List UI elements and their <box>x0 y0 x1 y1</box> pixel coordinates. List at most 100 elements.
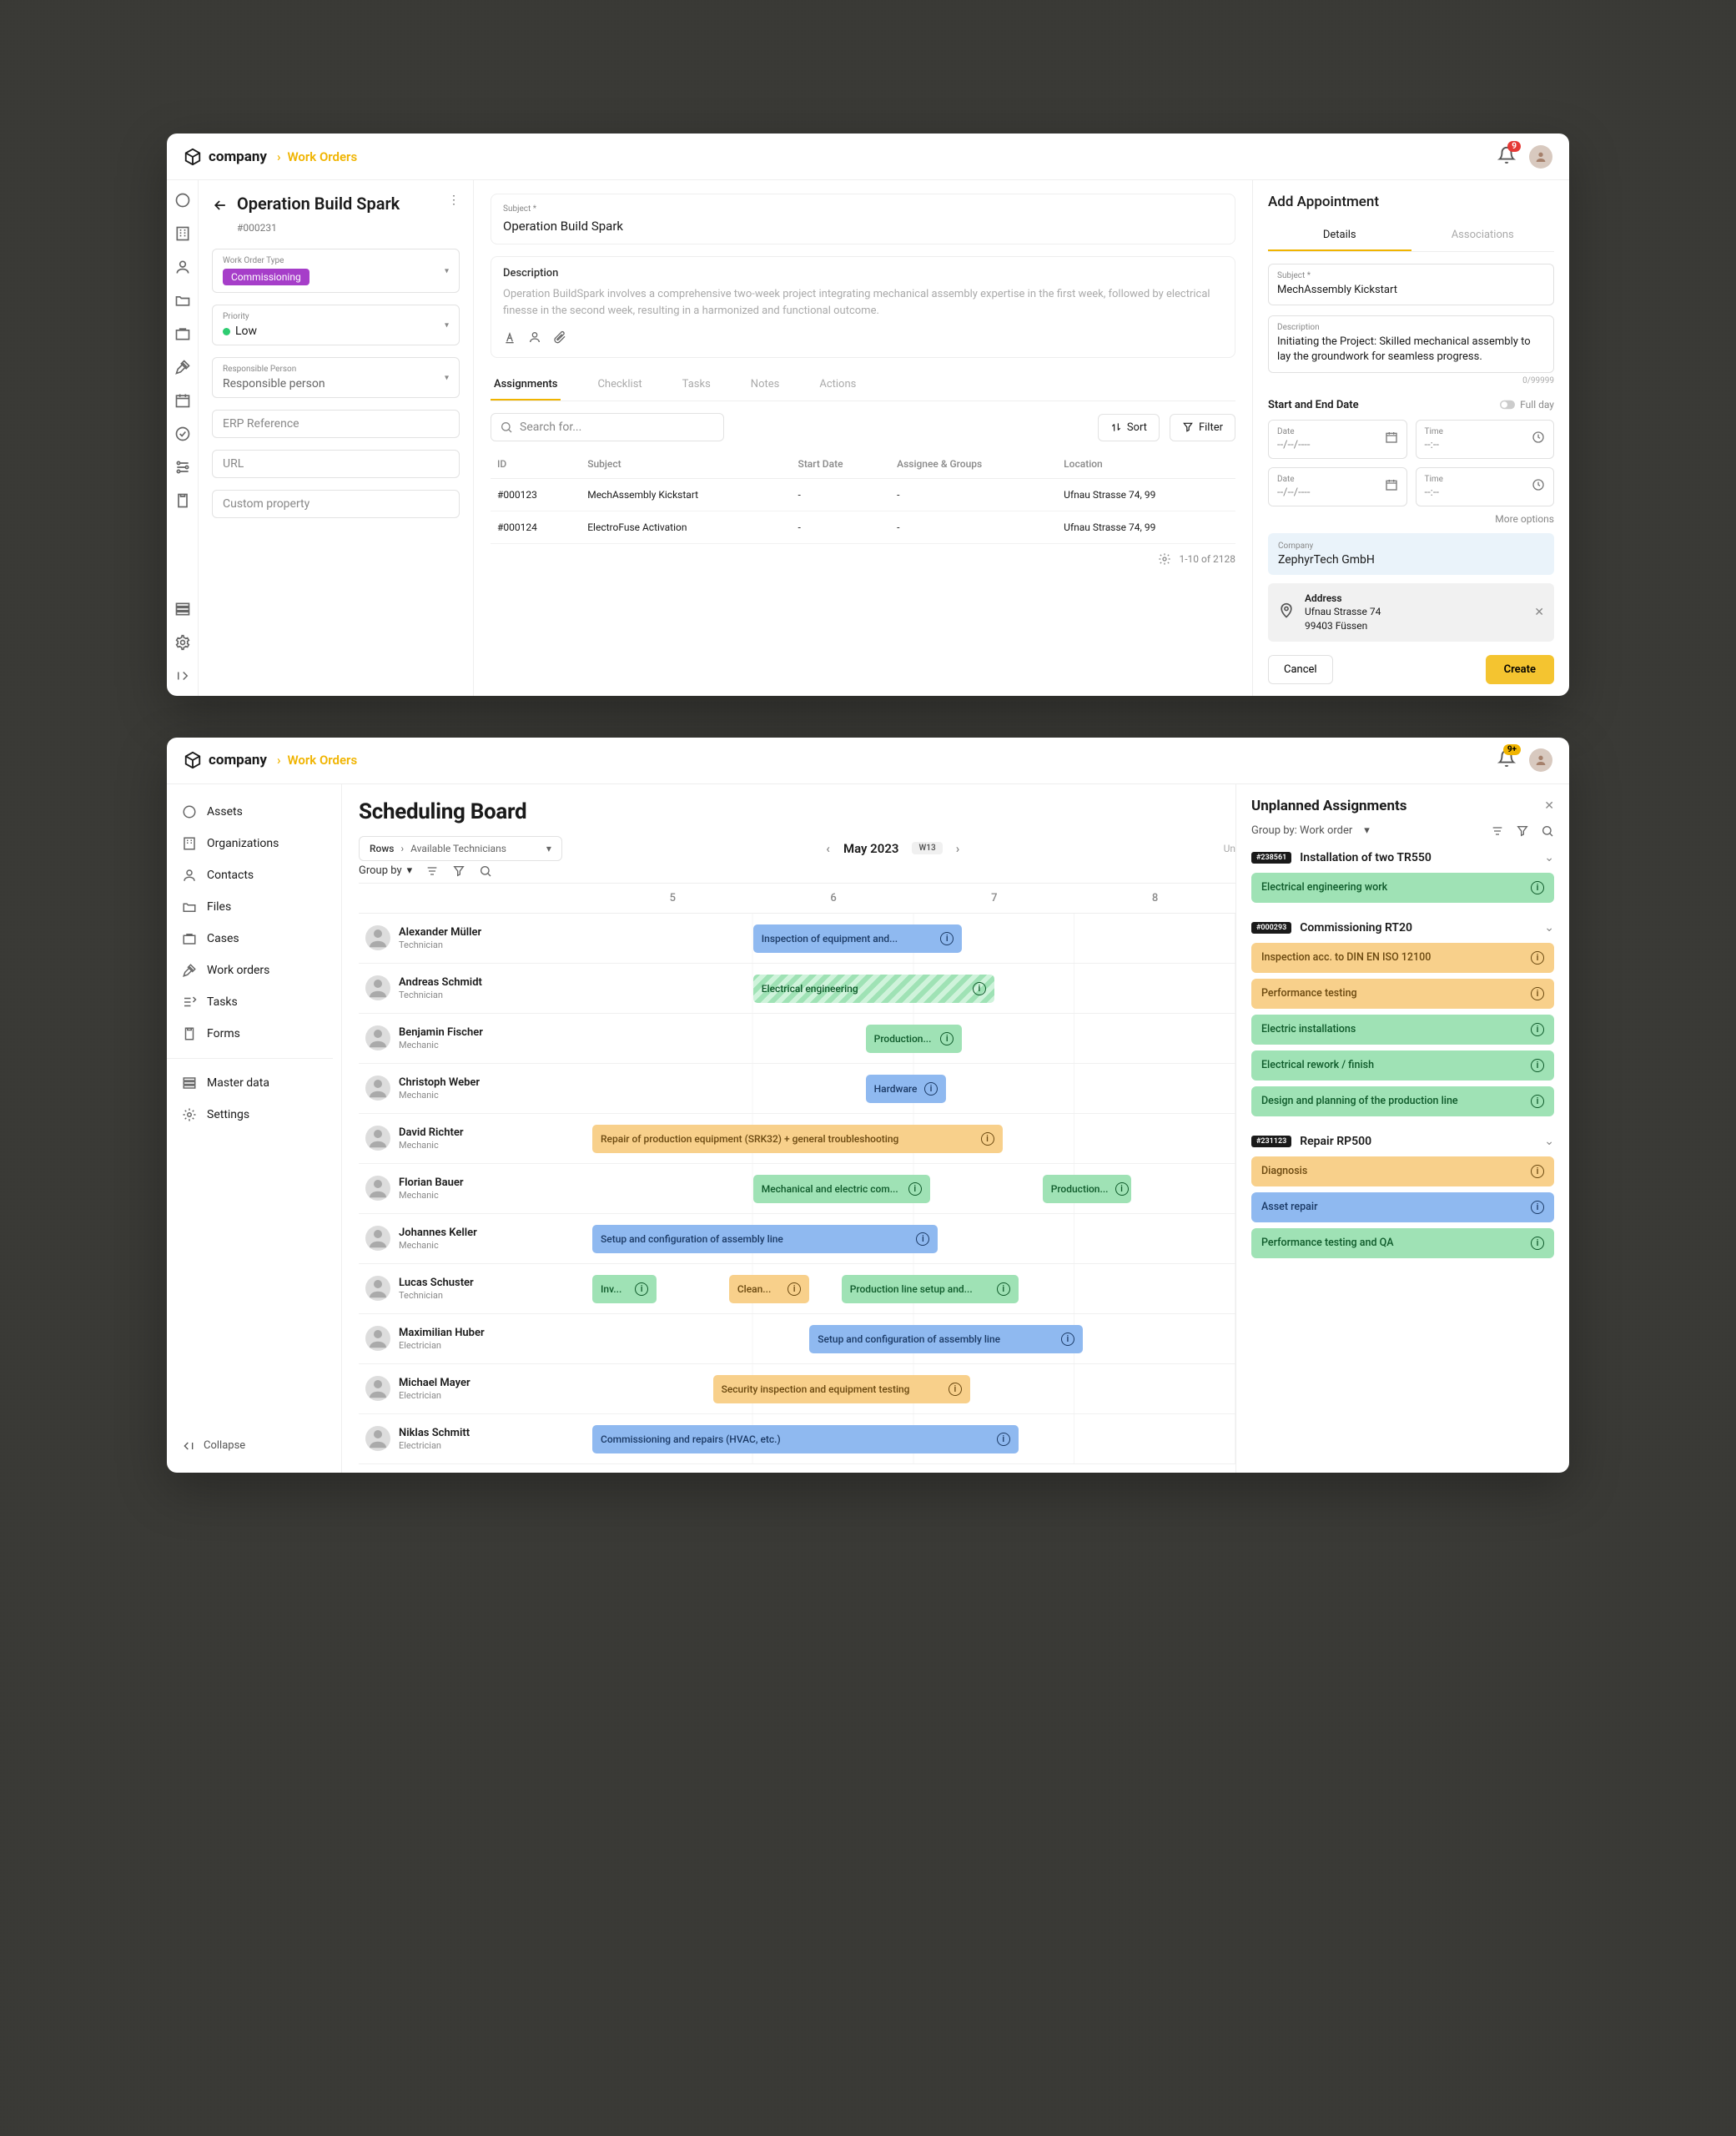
custom-input[interactable]: Custom property <box>212 490 460 518</box>
nav-item-files[interactable]: Files <box>182 891 341 923</box>
rail-settings-icon[interactable] <box>174 634 191 651</box>
nav-item-work-orders[interactable]: Work orders <box>182 955 341 986</box>
schedule-bar[interactable]: Clean...i <box>729 1275 809 1303</box>
resource-lane[interactable]: Electrical engineeringi <box>592 964 1235 1014</box>
unplanned-task[interactable]: Performance testing and QAi <box>1251 1228 1554 1258</box>
resource-row[interactable]: Andreas SchmidtTechnician <box>359 964 592 1014</box>
schedule-bar[interactable]: Commissioning and repairs (HVAC, etc.)i <box>592 1425 1019 1453</box>
rail-workorders-icon[interactable] <box>174 359 191 375</box>
subtab-details[interactable]: Details <box>1268 220 1411 251</box>
end-date-input[interactable]: Date--/--/---- <box>1268 467 1407 506</box>
resource-lane[interactable]: Production...i <box>592 1014 1235 1064</box>
unplanned-task[interactable]: Asset repairi <box>1251 1192 1554 1222</box>
resource-lane[interactable]: Repair of production equipment (SRK32) +… <box>592 1114 1235 1164</box>
schedule-bar[interactable]: Repair of production equipment (SRK32) +… <box>592 1125 1003 1153</box>
schedule-bar[interactable]: Inspection of equipment and...i <box>753 924 963 953</box>
schedule-bar[interactable]: Security inspection and equipment testin… <box>713 1375 970 1403</box>
sort-icon[interactable] <box>1491 824 1504 838</box>
rail-approved-icon[interactable] <box>174 426 191 442</box>
schedule-bar[interactable]: Production...i <box>1043 1175 1131 1203</box>
resource-row[interactable]: Christoph WeberMechanic <box>359 1064 592 1114</box>
nav-item-forms[interactable]: Forms <box>182 1018 341 1050</box>
sort-button[interactable]: Sort <box>1098 414 1160 441</box>
rows-selector[interactable]: Rows › Available Technicians ▾ <box>359 836 562 861</box>
company-field[interactable]: Company ZephyrTech GmbH <box>1268 533 1554 575</box>
settings-icon[interactable] <box>1158 552 1171 566</box>
search-icon[interactable] <box>1541 824 1554 838</box>
work-order-type-select[interactable]: Work Order Type Commissioning ▾ <box>212 249 460 293</box>
rail-expand-icon[interactable] <box>174 668 191 684</box>
resource-lane[interactable]: Setup and configuration of assembly line… <box>592 1314 1235 1364</box>
tab-notes[interactable]: Notes <box>747 370 783 400</box>
resource-lane[interactable]: Inspection of equipment and...i <box>592 914 1235 964</box>
collapse-nav-button[interactable]: Collapse <box>182 1431 341 1461</box>
schedule-bar[interactable]: Setup and configuration of assembly line… <box>809 1325 1083 1353</box>
unplanned-task[interactable]: Design and planning of the production li… <box>1251 1086 1554 1116</box>
appt-subject-input[interactable]: Subject * MechAssembly Kickstart <box>1268 264 1554 305</box>
subtab-associations[interactable]: Associations <box>1411 220 1555 251</box>
tab-tasks[interactable]: Tasks <box>679 370 714 400</box>
tab-checklist[interactable]: Checklist <box>594 370 645 400</box>
tab-assignments[interactable]: Assignments <box>491 370 561 400</box>
group-header[interactable]: #000293Commissioning RT20⌄ <box>1251 921 1554 934</box>
resource-lane[interactable]: Hardwarei <box>592 1064 1235 1114</box>
end-time-input[interactable]: Time--:-- <box>1416 467 1555 506</box>
schedule-bar[interactable]: Inv...i <box>592 1275 657 1303</box>
search-input[interactable]: Search for... <box>491 413 724 441</box>
erp-input[interactable]: ERP Reference <box>212 410 460 438</box>
text-color-icon[interactable] <box>503 330 516 347</box>
appt-description-input[interactable]: Description Initiating the Project: Skil… <box>1268 315 1554 372</box>
schedule-bar[interactable]: Electrical engineeringi <box>753 975 994 1003</box>
create-button[interactable]: Create <box>1486 655 1554 684</box>
schedule-bar[interactable]: Setup and configuration of assembly line… <box>592 1225 938 1253</box>
resource-row[interactable]: Maximilian HuberElectrician <box>359 1314 592 1364</box>
resource-row[interactable]: Michael MayerElectrician <box>359 1364 592 1414</box>
resource-row[interactable]: Lucas SchusterTechnician <box>359 1264 592 1314</box>
unplanned-task[interactable]: Diagnosisi <box>1251 1156 1554 1186</box>
unplanned-task[interactable]: Electrical rework / finishi <box>1251 1050 1554 1081</box>
description-value[interactable]: Operation BuildSpark involves a comprehe… <box>503 286 1223 319</box>
nav-item-master-data[interactable]: Master data <box>182 1067 341 1099</box>
remove-address-button[interactable]: ✕ <box>1534 606 1544 619</box>
resource-lane[interactable]: Setup and configuration of assembly line… <box>592 1214 1235 1264</box>
breadcrumb-2[interactable]: › Work Orders <box>277 753 357 768</box>
group-header[interactable]: #238561Installation of two TR550⌄ <box>1251 851 1554 864</box>
cancel-button[interactable]: Cancel <box>1268 655 1333 684</box>
rail-assets-icon[interactable] <box>174 192 191 209</box>
start-date-input[interactable]: Date--/--/---- <box>1268 420 1407 459</box>
rail-contacts-icon[interactable] <box>174 259 191 275</box>
resource-lane[interactable]: Security inspection and equipment testin… <box>592 1364 1235 1414</box>
resource-row[interactable]: Alexander MüllerTechnician <box>359 914 592 964</box>
filter-icon[interactable] <box>452 864 465 878</box>
subject-value[interactable]: Operation Build Spark <box>503 219 1223 234</box>
unplanned-task[interactable]: Inspection acc. to DIN EN ISO 12100i <box>1251 943 1554 973</box>
rail-orgs-icon[interactable] <box>174 225 191 242</box>
responsible-select[interactable]: Responsible Person Responsible person ▾ <box>212 357 460 398</box>
close-panel-button[interactable]: ✕ <box>1544 799 1554 813</box>
notifications-button[interactable]: 9 <box>1497 146 1516 168</box>
resource-row[interactable]: Niklas SchmittElectrician <box>359 1414 592 1464</box>
schedule-bar[interactable]: Production line setup and...i <box>842 1275 1019 1303</box>
filter-icon[interactable] <box>1516 824 1529 838</box>
priority-select[interactable]: Priority Low ▾ <box>212 305 460 345</box>
resource-lane[interactable]: Mechanical and electric com...iProductio… <box>592 1164 1235 1214</box>
tab-actions[interactable]: Actions <box>816 370 859 400</box>
table-row[interactable]: #000124ElectroFuse Activation--Ufnau Str… <box>491 511 1235 544</box>
filter-button[interactable]: Filter <box>1170 414 1235 441</box>
resource-row[interactable]: Florian BauerMechanic <box>359 1164 592 1214</box>
table-row[interactable]: #000123MechAssembly Kickstart--Ufnau Str… <box>491 479 1235 511</box>
rail-forms-icon[interactable] <box>174 492 191 509</box>
resource-lane[interactable]: Commissioning and repairs (HVAC, etc.)i <box>592 1414 1235 1464</box>
group-header[interactable]: #231123Repair RP500⌄ <box>1251 1135 1554 1148</box>
resource-row[interactable]: Benjamin FischerMechanic <box>359 1014 592 1064</box>
more-options-link[interactable]: More options <box>1268 513 1554 525</box>
resource-lane[interactable]: Inv...i Clean...i Production line setup an… <box>592 1264 1235 1314</box>
prev-month-button[interactable]: ‹ <box>826 841 830 856</box>
full-day-toggle[interactable]: Full day <box>1500 399 1554 411</box>
rail-masterdata-icon[interactable] <box>174 601 191 617</box>
notifications-button-2[interactable]: 9+ <box>1497 749 1516 771</box>
sort-icon[interactable] <box>425 864 439 878</box>
start-time-input[interactable]: Time--:-- <box>1416 420 1555 459</box>
more-menu-icon[interactable]: ⋮ <box>448 194 460 207</box>
unplanned-task[interactable]: Electrical engineering worki <box>1251 873 1554 903</box>
